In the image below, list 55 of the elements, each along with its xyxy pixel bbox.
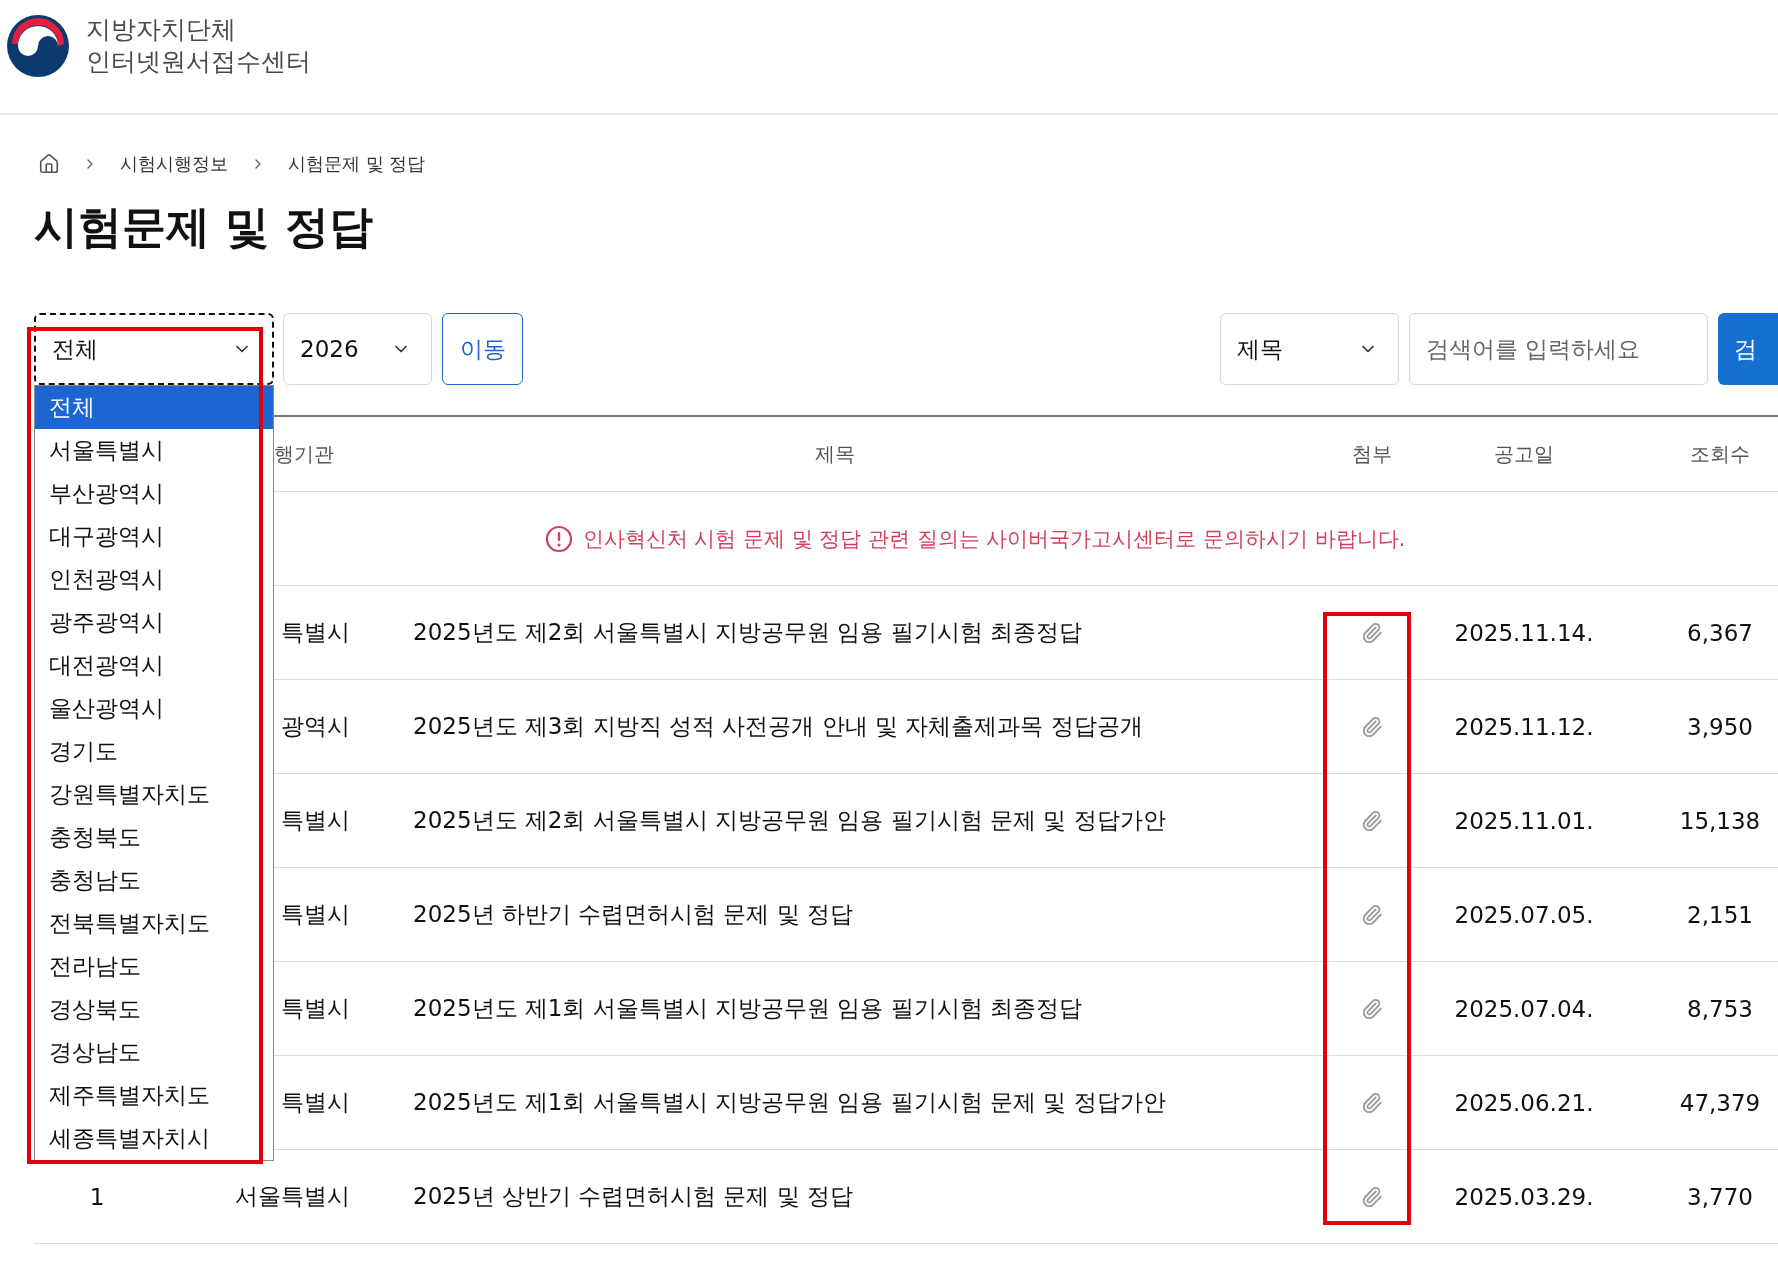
- row-number: 1: [88, 1183, 106, 1210]
- post-title-link[interactable]: 2025년도 제2회 서울특별시 지방공무원 임용 필기시험 문제 및 정답가안: [350, 805, 1320, 836]
- paperclip-icon[interactable]: [1361, 1185, 1383, 1208]
- search-field[interactable]: 검색어를 입력하세요: [1409, 313, 1708, 385]
- search-type-select[interactable]: 제목: [1220, 313, 1399, 385]
- breadcrumb-link[interactable]: 시험문제 및 정답: [288, 152, 426, 176]
- table-cell-text: 15,138: [1678, 807, 1762, 834]
- table-cell-text: 서울특별시: [234, 1182, 350, 1211]
- paperclip-icon[interactable]: [1361, 715, 1383, 738]
- post-title-link[interactable]: 2025년도 제1회 서울특별시 지방공무원 임용 필기시험 문제 및 정답가안: [350, 1087, 1320, 1118]
- table-cell-text: 2025.07.05.: [1453, 901, 1595, 928]
- table-cell-text: 2025.11.12.: [1453, 713, 1595, 740]
- alert-icon: [544, 524, 573, 553]
- post-title-link[interactable]: 2025년 하반기 수렵면허시험 문제 및 정답: [350, 899, 1320, 930]
- breadcrumb-link[interactable]: 시험시행정보: [120, 152, 228, 176]
- post-title-link[interactable]: 2025년도 제3회 지방직 성적 사전공개 안내 및 자체출제과목 정답공개: [350, 711, 1320, 742]
- post-title-link[interactable]: 2025년 상반기 수렵면허시험 문제 및 정답: [350, 1181, 1320, 1212]
- table-cell-text: 2025.06.21.: [1453, 1089, 1595, 1116]
- column-header: 공고일: [1493, 440, 1555, 468]
- paperclip-icon[interactable]: [1361, 903, 1383, 926]
- site-name: 지방자치단체: [86, 14, 237, 45]
- table-cell-text: 특별시: [280, 994, 350, 1023]
- table-cell-text: 광역시: [280, 712, 350, 741]
- column-header: 행기관: [273, 440, 335, 468]
- table-cell-text: 2025.03.29.: [1453, 1183, 1595, 1210]
- paperclip-icon[interactable]: [1361, 621, 1383, 644]
- post-title-link[interactable]: 2025년도 제1회 서울특별시 지방공무원 임용 필기시험 최종정답: [350, 993, 1320, 1024]
- go-button[interactable]: 이동: [442, 313, 523, 385]
- home-icon[interactable]: [38, 153, 60, 175]
- table-cell-text: 특별시: [280, 618, 350, 647]
- table-cell-text: 2025.07.04.: [1453, 995, 1595, 1022]
- site-name: 인터넷원서접수센터: [86, 46, 311, 77]
- table-cell-text: 6,367: [1686, 619, 1754, 646]
- table-cell-text: 3,950: [1686, 713, 1754, 740]
- logo-icon: [6, 13, 70, 78]
- table-cell-text: 특별시: [280, 806, 350, 835]
- column-header: 조회수: [1689, 440, 1751, 468]
- table-cell-text: 8,753: [1686, 995, 1754, 1022]
- paperclip-icon[interactable]: [1361, 997, 1383, 1020]
- column-header: 첨부: [1351, 440, 1393, 468]
- post-title-link[interactable]: 2025년도 제2회 서울특별시 지방공무원 임용 필기시험 최종정답: [350, 617, 1320, 648]
- search-button[interactable]: 검: [1718, 313, 1778, 385]
- page-title: 시험문제 및 정답: [34, 200, 374, 254]
- table-cell-text: 3,770: [1686, 1183, 1754, 1210]
- paperclip-icon[interactable]: [1361, 809, 1383, 832]
- year-select[interactable]: 2026: [283, 313, 432, 385]
- table-cell-text: 2,151: [1686, 901, 1754, 928]
- paperclip-icon[interactable]: [1361, 1091, 1383, 1114]
- region-select[interactable]: 전체: [34, 313, 274, 385]
- table-cell-text: 47,379: [1678, 1089, 1762, 1116]
- dropdown-option[interactable]: 전체: [35, 386, 273, 429]
- table-cell-text: 2025.11.14.: [1453, 619, 1595, 646]
- column-header: 제목: [814, 440, 856, 468]
- notice-text: 인사혁신처 시험 문제 및 정답 관련 질의는 사이버국가고시센터로 문의하시기 바랍니다.: [582, 525, 1406, 553]
- table-cell-text: 2025.11.01.: [1453, 807, 1595, 834]
